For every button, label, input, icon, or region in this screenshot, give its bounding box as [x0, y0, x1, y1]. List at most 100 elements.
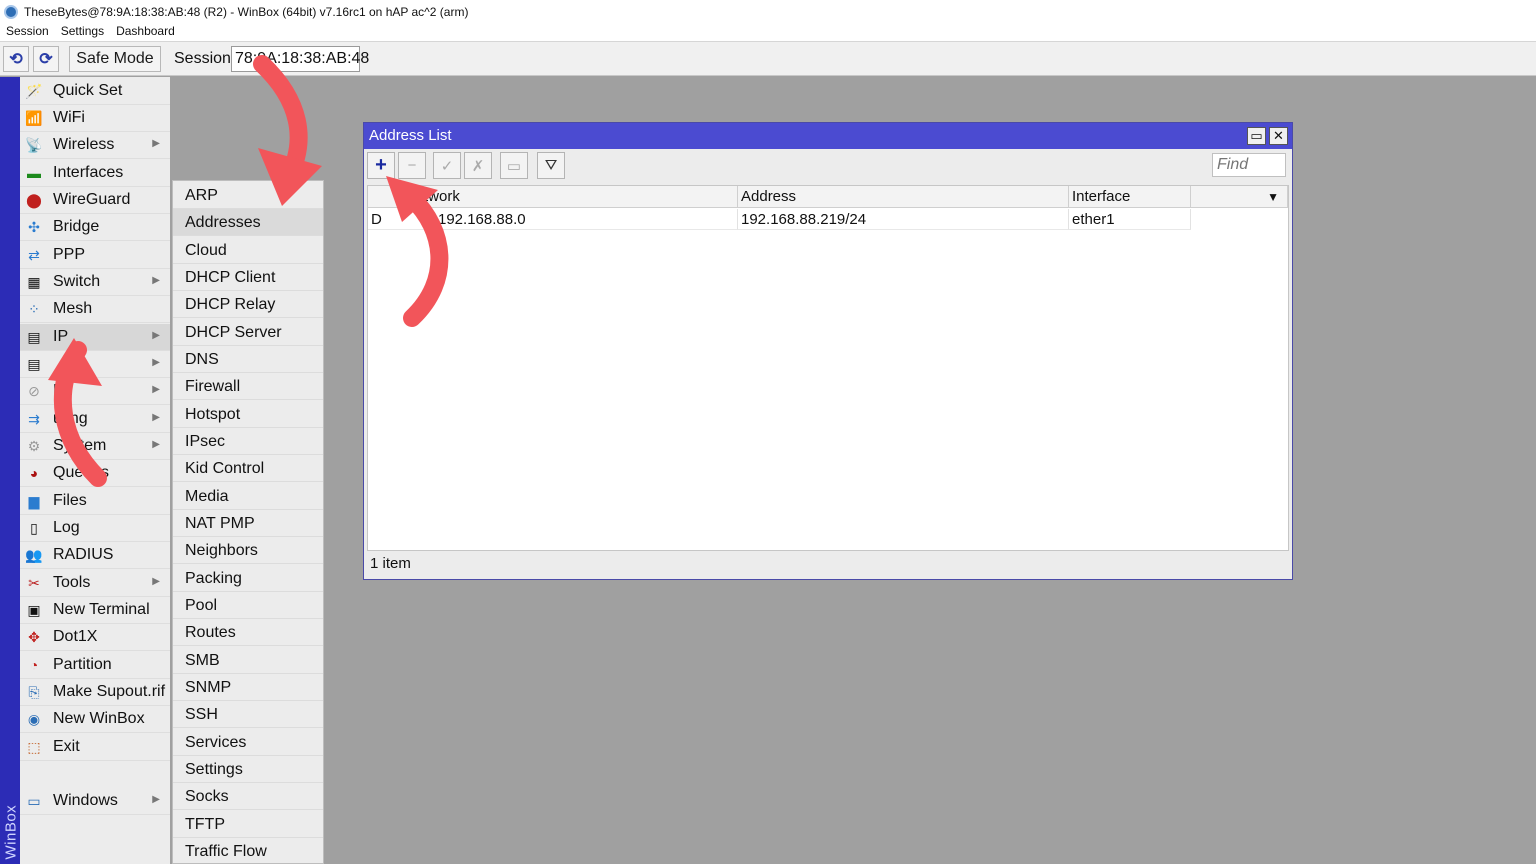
- dot1x-icon: ✥: [28, 628, 40, 645]
- winbox-app-icon: [4, 5, 18, 19]
- submenu-kid-control[interactable]: Kid Control: [173, 455, 323, 482]
- submenu-arrow-icon: ▶: [152, 357, 160, 368]
- submenu-ssh[interactable]: SSH: [173, 701, 323, 728]
- menu-ip[interactable]: ▤ IP ▶: [20, 324, 170, 351]
- menu-tools[interactable]: ✂ Tools ▶: [20, 570, 170, 597]
- menu-quick-set[interactable]: 🪄 Quick Set: [20, 78, 170, 105]
- add-icon[interactable]: +: [367, 152, 395, 179]
- menu-mpls[interactable]: ⊘ PL ▶: [20, 378, 170, 405]
- submenu-media[interactable]: Media: [173, 483, 323, 510]
- menu-exit[interactable]: ⬚ Exit: [20, 734, 170, 761]
- submenu-neighbors[interactable]: Neighbors: [173, 537, 323, 564]
- row-flag[interactable]: D: [368, 209, 428, 230]
- winbox-brand-strip: WinBox: [0, 77, 20, 864]
- row-address[interactable]: 192.168.88.219/24: [738, 209, 1069, 230]
- submenu-dns[interactable]: DNS: [173, 346, 323, 373]
- title-bar: TheseBytes@78:9A:18:38:AB:48 (R2) - WinB…: [0, 0, 1536, 24]
- main-toolbar: ⟲ ⟳ Safe Mode Session: 78:9A:18:38:AB:48: [0, 41, 1536, 76]
- submenu-socks[interactable]: Socks: [173, 783, 323, 810]
- menu-dot1x[interactable]: ✥ Dot1X: [20, 624, 170, 651]
- ip-icon: ▤: [27, 328, 41, 345]
- submenu-tftp[interactable]: TFTP: [173, 811, 323, 838]
- submenu-smb[interactable]: SMB: [173, 647, 323, 674]
- filter-icon[interactable]: ⛛: [537, 152, 565, 179]
- menu-dashboard[interactable]: Dashboard: [110, 24, 181, 41]
- submenu-cloud[interactable]: Cloud: [173, 237, 323, 264]
- windows-icon: ▭: [27, 792, 41, 809]
- submenu-dhcp-relay[interactable]: DHCP Relay: [173, 291, 323, 318]
- exit-icon: ⬚: [27, 738, 41, 755]
- menu-ipv6[interactable]: ▤ ▶: [20, 351, 170, 378]
- remove-icon[interactable]: −: [398, 152, 426, 179]
- submenu-arp[interactable]: ARP: [173, 182, 323, 209]
- submenu-snmp[interactable]: SNMP: [173, 674, 323, 701]
- submenu-arrow-icon: ▶: [152, 330, 160, 341]
- menu-wireguard[interactable]: ⬤ WireGuard: [20, 187, 170, 214]
- submenu-dhcp-client[interactable]: DHCP Client: [173, 264, 323, 291]
- submenu-packing[interactable]: Packing: [173, 565, 323, 592]
- menu-mesh[interactable]: ⁘ Mesh: [20, 296, 170, 323]
- comment-icon[interactable]: ▭: [500, 152, 528, 179]
- menu-queues[interactable]: ◕ Queues: [20, 460, 170, 487]
- menu-session[interactable]: Session: [0, 24, 55, 41]
- submenu-arrow-icon: ▶: [152, 412, 160, 423]
- menu-ppp[interactable]: ⇄ PPP: [20, 242, 170, 269]
- wand-icon: 🪄: [25, 82, 43, 99]
- menu-new-terminal[interactable]: ▣ New Terminal: [20, 597, 170, 624]
- wifi-icon: 📶: [25, 109, 43, 126]
- tools-icon: ✂: [28, 574, 40, 591]
- column-header-interface[interactable]: Interface: [1069, 186, 1191, 208]
- submenu-routes[interactable]: Routes: [173, 619, 323, 646]
- mpls-icon: ⊘: [28, 382, 40, 399]
- menu-partition[interactable]: ◔ Partition: [20, 652, 170, 679]
- system-icon: ⚙: [27, 437, 41, 454]
- menu-files[interactable]: ▆ Files: [20, 488, 170, 515]
- undo-icon[interactable]: ⟲: [3, 46, 29, 72]
- maximize-icon[interactable]: ▭: [1247, 127, 1266, 145]
- menu-log[interactable]: ▯ Log: [20, 515, 170, 542]
- find-input[interactable]: [1212, 153, 1286, 177]
- submenu-settings[interactable]: Settings: [173, 756, 323, 783]
- log-icon: ▯: [30, 519, 38, 536]
- menu-bridge[interactable]: ✣ Bridge: [20, 214, 170, 241]
- submenu-nat-pmp[interactable]: NAT PMP: [173, 510, 323, 537]
- address-list-window: Address List ▭ ✕ + − ✓ ✗ ▭ ⛛ twork Addre…: [363, 122, 1293, 580]
- menu-new-winbox[interactable]: ◉ New WinBox: [20, 706, 170, 733]
- safe-mode-button[interactable]: Safe Mode: [69, 46, 161, 72]
- row-interface[interactable]: ether1: [1069, 209, 1191, 230]
- submenu-ipsec[interactable]: IPsec: [173, 428, 323, 455]
- bridge-icon: ✣: [28, 218, 40, 235]
- submenu-arrow-icon: ▶: [152, 384, 160, 395]
- submenu-arrow-icon: ▶: [152, 439, 160, 450]
- column-header-network[interactable]: twork: [368, 186, 738, 208]
- enable-icon[interactable]: ✓: [433, 152, 461, 179]
- menu-windows[interactable]: ▭ Windows ▶: [20, 788, 170, 815]
- menu-settings[interactable]: Settings: [55, 24, 110, 41]
- disable-icon[interactable]: ✗: [464, 152, 492, 179]
- submenu-services[interactable]: Services: [173, 729, 323, 756]
- queues-icon: ◕: [29, 465, 39, 481]
- window-titlebar[interactable]: Address List ▭ ✕: [364, 123, 1292, 149]
- menu-wifi[interactable]: 📶 WiFi: [20, 105, 170, 132]
- session-field[interactable]: 78:9A:18:38:AB:48: [231, 46, 369, 72]
- submenu-pool[interactable]: Pool: [173, 592, 323, 619]
- menu-make-supout[interactable]: ⎘ Make Supout.rif: [20, 679, 170, 706]
- submenu-traffic-flow[interactable]: Traffic Flow: [173, 838, 323, 864]
- submenu-firewall[interactable]: Firewall: [173, 373, 323, 400]
- submenu-addresses[interactable]: Addresses: [173, 209, 323, 236]
- column-dropdown-icon[interactable]: ▼: [1191, 186, 1288, 208]
- menu-switch[interactable]: ▦ Switch ▶: [20, 269, 170, 296]
- submenu-hotspot[interactable]: Hotspot: [173, 401, 323, 428]
- row-network[interactable]: 192.168.88.0: [428, 209, 738, 230]
- menu-radius[interactable]: 👥 RADIUS: [20, 542, 170, 569]
- address-table: twork Address Interface ▼ D 192.168.88.0…: [367, 185, 1289, 551]
- menu-system[interactable]: ⚙ System ▶: [20, 433, 170, 460]
- redo-icon[interactable]: ⟳: [33, 46, 59, 72]
- column-header-address[interactable]: Address: [738, 186, 1069, 208]
- menu-interfaces[interactable]: ▬ Interfaces: [20, 160, 170, 187]
- menu-wireless[interactable]: 📡 Wireless ▶: [20, 132, 170, 159]
- winbox-icon: ◉: [27, 710, 41, 727]
- close-icon[interactable]: ✕: [1269, 127, 1288, 145]
- submenu-dhcp-server[interactable]: DHCP Server: [173, 319, 323, 346]
- menu-routing[interactable]: ⇉ uting ▶: [20, 406, 170, 433]
